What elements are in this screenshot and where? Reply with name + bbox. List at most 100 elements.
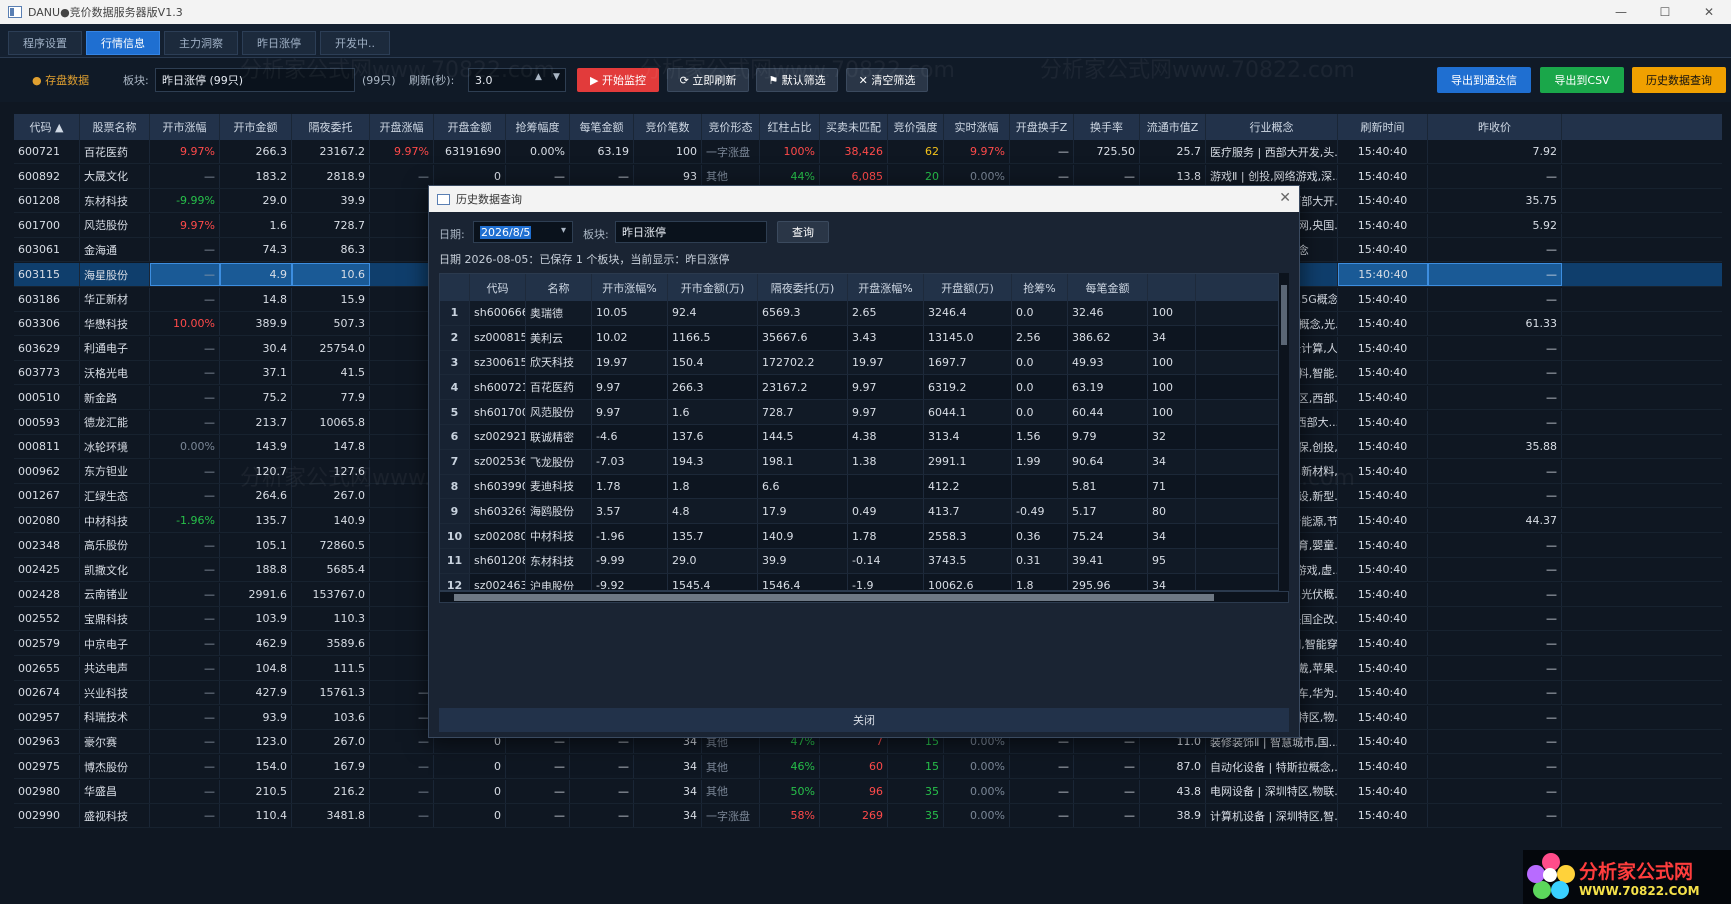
scroll-thumb[interactable] xyxy=(1281,285,1287,345)
table-cell xyxy=(370,435,434,459)
history-table[interactable]: 代码 名称 开市涨幅% 开市金额(万) 隔夜委托(万) 开盘涨幅% 开盘额(万) 抢筹% 每笔金… xyxy=(439,273,1279,591)
history-horizontal-scrollbar[interactable] xyxy=(439,591,1289,603)
maximize-button[interactable]: ☐ xyxy=(1643,0,1687,24)
table-cell: 7.92 xyxy=(1428,140,1562,163)
date-picker[interactable]: 2026/8/5 xyxy=(473,221,573,243)
column-header[interactable]: 股票名称 xyxy=(80,114,150,140)
close-window-button[interactable]: ✕ xyxy=(1687,0,1731,24)
history-row[interactable]: 5 sh601700 风范股份 9.97 1.6 728.7 9.97 6044.1 0.0 60… xyxy=(440,400,1278,425)
table-cell: 2818.9 xyxy=(292,164,370,188)
column-header[interactable]: 刷新时间 xyxy=(1338,114,1428,140)
table-cell: — xyxy=(1428,582,1562,606)
history-row[interactable]: 6 sz002921 联诚精密 -4.6 137.6 144.5 4.38 313.4 1.56… xyxy=(440,425,1278,450)
refresh-interval-input[interactable]: 3.0 xyxy=(468,68,566,92)
column-header[interactable]: 实时涨幅 xyxy=(944,114,1010,140)
history-row[interactable]: 9 sh603269 海鸥股份 3.57 4.8 17.9 0.49 413.7 -0.49 5.… xyxy=(440,499,1278,525)
column-header[interactable]: 流通市值Z xyxy=(1140,114,1206,140)
dialog-close-button[interactable]: 关闭 xyxy=(439,708,1289,732)
tab-market-info[interactable]: 行情信息 xyxy=(86,31,160,55)
column-header[interactable]: 开市涨幅 xyxy=(150,114,220,140)
history-column-header[interactable]: 开盘涨幅% xyxy=(848,274,924,301)
column-header[interactable]: 开盘换手Z xyxy=(1010,114,1074,140)
history-vertical-scrollbar[interactable] xyxy=(1279,273,1289,591)
export-csv-button[interactable]: 导出到CSV xyxy=(1540,67,1624,93)
refresh-label: 刷新(秒): xyxy=(409,74,455,87)
history-row[interactable]: 2 sz000815 美利云 10.02 1166.5 35667.6 3.43 13145.… xyxy=(440,325,1278,351)
table-cell: 15:40:40 xyxy=(1338,484,1428,508)
history-row[interactable]: 3 sz300615 欣天科技 19.97 150.4 172702.2 19.97 1697… xyxy=(440,350,1278,376)
refresh-now-button[interactable]: ⟳ 立即刷新 xyxy=(667,68,749,92)
save-data-button[interactable]: ● 存盘数据 xyxy=(32,72,89,88)
history-column-header[interactable]: 隔夜委托(万) xyxy=(758,274,848,301)
column-header[interactable]: 代码 ▲ xyxy=(14,114,80,140)
export-tdx-button[interactable]: 导出到通达信 xyxy=(1437,67,1531,93)
table-cell: 58% xyxy=(760,804,820,828)
table-cell: 38.9 xyxy=(1140,804,1206,828)
column-header[interactable]: 竞价笔数 xyxy=(634,114,702,140)
history-column-header[interactable]: 代码 xyxy=(470,274,526,301)
history-cell: 麦迪科技 xyxy=(526,474,592,499)
history-column-header[interactable]: 抢筹% xyxy=(1012,274,1068,301)
minimize-button[interactable]: — xyxy=(1599,0,1643,24)
history-row[interactable]: 1 sh600666 奥瑞德 10.05 92.4 6569.3 2.65 3246.4 0.0… xyxy=(440,301,1278,326)
table-cell: — xyxy=(1428,459,1562,483)
column-header[interactable]: 红柱占比 xyxy=(760,114,820,140)
history-row[interactable]: 8 sh603990 麦迪科技 1.78 1.8 6.6 412.2 5.81 71 xyxy=(440,474,1278,500)
table-cell xyxy=(370,213,434,237)
dialog-close-icon[interactable]: ✕ xyxy=(1279,190,1291,206)
table-cell: 15:40:40 xyxy=(1338,140,1428,163)
history-column-header[interactable] xyxy=(1148,274,1196,301)
history-column-header[interactable]: 每笔金额 xyxy=(1068,274,1148,301)
board-select[interactable]: 昨日涨停 (99只) xyxy=(155,68,355,92)
history-row[interactable]: 4 sh600721 百花医药 9.97 266.3 23167.2 9.97 6319.2 0… xyxy=(440,375,1278,401)
table-cell: — xyxy=(1428,804,1562,828)
tab-in-development[interactable]: 开发中.. xyxy=(320,31,390,55)
column-header[interactable]: 竞价强度 xyxy=(888,114,944,140)
table-row[interactable]: 002990 盛视科技 —110.4 3481.8—0— —34 一字涨盘 58% 269 35… xyxy=(14,804,1722,829)
table-row[interactable]: 002975 博杰股份 —154.0 167.9—0— —34 其他 46% 60 15 0.00… xyxy=(14,755,1722,779)
column-header[interactable]: 抢筹幅度 xyxy=(506,114,570,140)
column-header[interactable]: 开盘金额 xyxy=(434,114,506,140)
spinner-down-icon[interactable]: ▼ xyxy=(553,72,560,82)
column-header[interactable]: 隔夜委托 xyxy=(292,114,370,140)
table-cell: — xyxy=(150,484,220,508)
history-column-header[interactable]: 开市金额(万) xyxy=(668,274,758,301)
column-header[interactable]: 买卖未匹配 xyxy=(820,114,888,140)
toolbar: ● 存盘数据 板块: 昨日涨停 (99只) (99只) 刷新(秒): 3.0 ▲… xyxy=(0,58,1731,102)
column-header[interactable]: 换手率 xyxy=(1074,114,1140,140)
spinner-up-icon[interactable]: ▲ xyxy=(535,72,542,82)
column-header[interactable]: 竞价形态 xyxy=(702,114,760,140)
query-button[interactable]: 查询 xyxy=(777,221,829,243)
history-row[interactable]: 11 sh601208 东材科技 -9.99 29.0 39.9 -0.14 3743.5 0.… xyxy=(440,549,1278,574)
column-header[interactable]: 昨收价 xyxy=(1428,114,1562,140)
default-filter-button[interactable]: ⚑ 默认筛选 xyxy=(756,68,838,92)
table-row[interactable]: 002980 华盛昌 —210.5 216.2—0— —34 其他 50% 96 35 0.00%… xyxy=(14,779,1722,804)
dialog-board-select[interactable]: 昨日涨停 xyxy=(615,221,767,243)
clear-filter-button[interactable]: ✕ 清空筛选 xyxy=(846,68,928,92)
history-column-header[interactable]: 开盘额(万) xyxy=(924,274,1012,301)
column-header[interactable]: 开盘涨幅 xyxy=(370,114,434,140)
chevron-down-icon[interactable]: ▾ xyxy=(561,225,566,236)
table-row[interactable]: 600721 百花医药 9.97% 266.3 23167.2 9.97% 63191690… xyxy=(14,140,1722,164)
column-header[interactable]: 行业概念 xyxy=(1206,114,1338,140)
table-cell: 507.3 xyxy=(292,312,370,336)
history-row[interactable]: 7 sz002536 飞龙股份 -7.03 194.3 198.1 1.38 2991.1 1.… xyxy=(440,449,1278,475)
history-row[interactable]: 10 sz002080 中材科技 -1.96 135.7 140.9 1.78 2558.3 0… xyxy=(440,524,1278,549)
tab-main-insight[interactable]: 主力洞察 xyxy=(164,31,238,55)
column-header[interactable]: 每笔金额 xyxy=(570,114,634,140)
table-cell: — xyxy=(1010,140,1074,163)
start-monitor-button[interactable]: ▶ 开始监控 xyxy=(577,68,659,92)
table-cell: 105.1 xyxy=(220,533,292,557)
history-cell: 美利云 xyxy=(526,325,592,350)
history-cell: 1697.7 xyxy=(924,350,1012,375)
table-cell: 中京电子 xyxy=(80,632,150,655)
tab-yesterday-limit-up[interactable]: 昨日涨停 xyxy=(242,31,316,55)
history-column-header[interactable]: 名称 xyxy=(526,274,592,301)
tab-program-settings[interactable]: 程序设置 xyxy=(8,31,82,55)
column-header[interactable]: 开市金额 xyxy=(220,114,292,140)
history-row[interactable]: 12 sz002463 沪电股份 -9.92 1545.4 1546.4 -1.9 10062… xyxy=(440,573,1278,590)
history-column-header[interactable]: 开市涨幅% xyxy=(592,274,668,301)
history-query-button[interactable]: 历史数据查询 xyxy=(1632,67,1726,93)
history-cell: sz002463 xyxy=(470,573,526,590)
scroll-thumb[interactable] xyxy=(454,594,1214,601)
